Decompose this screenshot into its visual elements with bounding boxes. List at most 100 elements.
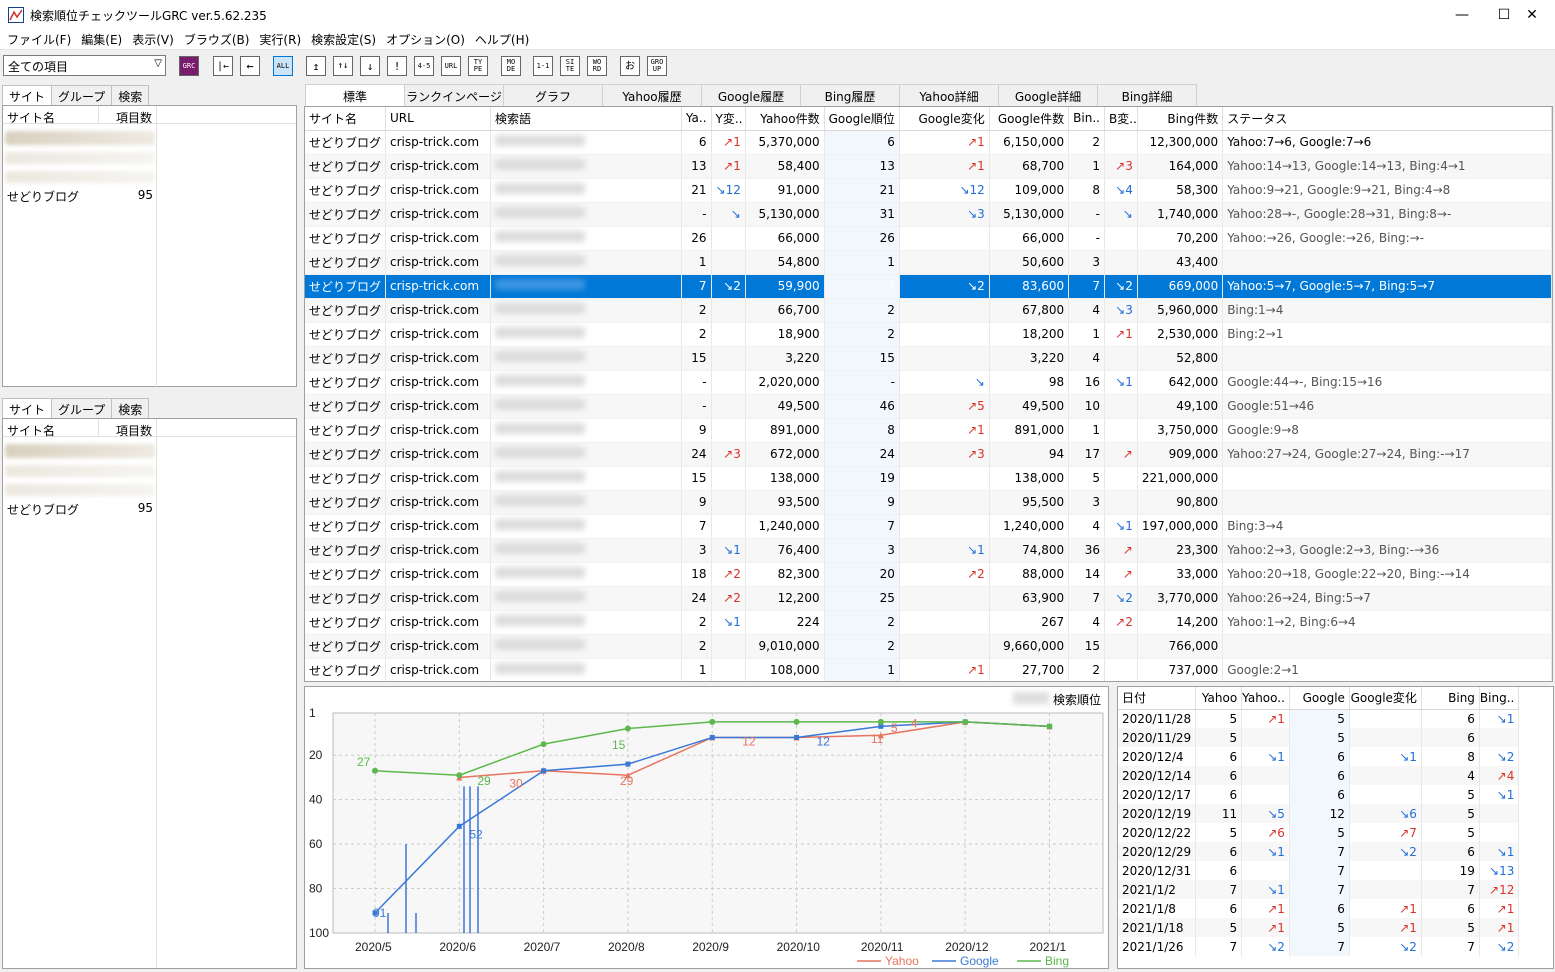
list-item[interactable]	[3, 442, 157, 461]
history-row[interactable]: 2020/12/4 6 ↘1 6 ↘1 8 ↘2	[1118, 747, 1520, 766]
col-yahoo-change-header[interactable]: Y変..	[711, 107, 746, 131]
col-keyword-header[interactable]: 検索語	[490, 107, 682, 131]
back-button[interactable]: ←	[240, 56, 260, 76]
col-bing-header[interactable]: Bing	[1421, 687, 1480, 710]
col-google-header[interactable]: Google	[1289, 687, 1350, 710]
menu-run[interactable]: 実行(R)	[259, 31, 301, 48]
minimize-button[interactable]: —	[1439, 0, 1485, 30]
url-button[interactable]: URL	[441, 56, 461, 76]
col-google-change-header[interactable]: Google変化	[899, 107, 990, 131]
list-item[interactable]: せどりブログ 95	[3, 501, 156, 520]
table-row[interactable]: せどりブログ crisp-trick.com 2 ↘1 224 2 267 4 ↗2 14,200…	[305, 610, 1552, 635]
table-row[interactable]: せどりブログ crisp-trick.com 9 891,000 8 ↗1 891,000 1…	[305, 418, 1552, 443]
history-row[interactable]: 2020/12/29 6 ↘1 7 ↘2 6 ↘1	[1118, 842, 1520, 861]
sort-up-button[interactable]: ↥	[306, 56, 326, 76]
menu-file[interactable]: ファイル(F)	[7, 31, 71, 48]
history-row[interactable]: 2021/1/18 5 ↗1 5 ↗1 5 ↗1	[1118, 918, 1520, 937]
list-item[interactable]: せどりブログ 95	[3, 188, 156, 207]
tab-google-history[interactable]: Google履歴	[701, 84, 801, 106]
list-item[interactable]	[3, 482, 157, 501]
history-row[interactable]: 2020/11/28 5 ↗1 5 6 ↘1	[1118, 709, 1520, 728]
tab-group[interactable]: グループ	[51, 85, 113, 107]
table-row[interactable]: せどりブログ crisp-trick.com 7 ↘2 59,900 7 ↘2 83,600 7…	[305, 274, 1552, 299]
history-row[interactable]: 2020/11/29 5 5 6	[1118, 728, 1520, 747]
menu-help[interactable]: ヘルプ(H)	[475, 31, 529, 48]
alert-button[interactable]: !	[387, 56, 407, 76]
menu-options[interactable]: オプション(O)	[386, 31, 465, 48]
tab-yahoo-history[interactable]: Yahoo履歴	[602, 84, 702, 106]
col-bing-change-header[interactable]: B変..	[1104, 107, 1138, 131]
col-google-count-header[interactable]: Google件数	[989, 107, 1070, 131]
close-button[interactable]: ✕	[1509, 0, 1555, 30]
tab-google-detail[interactable]: Google詳細	[998, 84, 1098, 106]
col-google-change-header[interactable]: Google変化	[1349, 687, 1422, 710]
tab-bing-history[interactable]: Bing履歴	[800, 84, 900, 106]
table-row[interactable]: せどりブログ crisp-trick.com 15 138,000 19 138,000 5…	[305, 466, 1552, 491]
tab-rank-in-page[interactable]: ランクインページ	[404, 84, 504, 106]
table-row[interactable]: せどりブログ crisp-trick.com 2 9,010,000 2 9,660,00…	[305, 634, 1552, 659]
filter-combo[interactable]: 全ての項目 ▽	[3, 55, 166, 76]
table-row[interactable]: せどりブログ crisp-trick.com 24 ↗3 672,000 24 ↗3 94 17…	[305, 442, 1552, 467]
table-row[interactable]: せどりブログ crisp-trick.com 9 93,500 9 95,500 3 90,8…	[305, 490, 1552, 515]
tab-site[interactable]: サイト	[2, 398, 53, 420]
word-button[interactable]: WO RD	[587, 56, 607, 76]
tab-bing-detail[interactable]: Bing詳細	[1097, 84, 1197, 106]
history-row[interactable]: 2020/12/14 6 6 4 ↗4	[1118, 766, 1520, 785]
all-button[interactable]: ALL	[273, 56, 293, 76]
one-one-button[interactable]: 1-1	[533, 56, 553, 76]
table-row[interactable]: せどりブログ crisp-trick.com 2 66,700 2 67,800 4 ↘3 5,…	[305, 298, 1552, 323]
tab-yahoo-detail[interactable]: Yahoo詳細	[899, 84, 999, 106]
table-row[interactable]: せどりブログ crisp-trick.com 21 ↘12 91,000 21 ↘12 109…	[305, 178, 1552, 203]
history-row[interactable]: 2020/12/17 6 6 5 ↘1	[1118, 785, 1520, 804]
col-bing-change-header[interactable]: Bing..	[1479, 687, 1520, 710]
table-row[interactable]: せどりブログ crisp-trick.com 2 18,900 2 18,200 1 ↗1 2,…	[305, 322, 1552, 347]
table-row[interactable]: せどりブログ crisp-trick.com 6 ↗1 5,370,000 6 ↗1 6,15…	[305, 130, 1552, 155]
col-status-header[interactable]: ステータス	[1222, 107, 1552, 131]
col-bing-count-header[interactable]: Bing件数	[1137, 107, 1224, 131]
col-yahoo-rank-header[interactable]: Ya..	[681, 107, 712, 131]
type-button[interactable]: TY PE	[468, 56, 488, 76]
col-site-name-header[interactable]: サイト名	[305, 107, 387, 131]
history-row[interactable]: 2020/12/19 11 ↘5 12 ↘6 5	[1118, 804, 1520, 823]
menu-edit[interactable]: 編集(E)	[81, 31, 122, 48]
table-row[interactable]: せどりブログ crisp-trick.com 24 ↗2 12,200 25 63,900 7…	[305, 586, 1552, 611]
table-row[interactable]: せどりブログ crisp-trick.com 15 3,220 15 3,220 4 52,8…	[305, 346, 1552, 371]
table-row[interactable]: せどりブログ crisp-trick.com 3 ↘1 76,400 3 ↘1 74,800 3…	[305, 538, 1552, 563]
col-bing-rank-header[interactable]: Bin..	[1068, 107, 1105, 131]
list-item[interactable]	[3, 129, 157, 148]
tab-search[interactable]: 検索	[111, 398, 150, 420]
menu-browse[interactable]: ブラウズ(B)	[184, 31, 250, 48]
sort-down-button[interactable]: ↓	[360, 56, 380, 76]
menu-search-settings[interactable]: 検索設定(S)	[311, 31, 376, 48]
history-row[interactable]: 2021/1/8 6 ↗1 6 ↗1 6 ↗1	[1118, 899, 1520, 918]
list-item[interactable]	[3, 169, 157, 188]
list-item[interactable]	[3, 463, 157, 482]
group-button[interactable]: GRO UP	[647, 56, 667, 76]
table-row[interactable]: せどりブログ crisp-trick.com 26 66,000 26 66,000-70…	[305, 226, 1552, 251]
tab-group[interactable]: グループ	[51, 398, 113, 420]
table-row[interactable]: せどりブログ crisp-trick.com 1 54,800 1 50,600 3 43,4…	[305, 250, 1552, 275]
o-button[interactable]: お	[620, 56, 640, 76]
table-row[interactable]: せどりブログ crisp-trick.com 7 1,240,000 7 1,240,00…	[305, 514, 1552, 539]
table-row[interactable]: せどりブログ crisp-trick.com -2,020,000- ↘ 98 16 ↘1 6…	[305, 370, 1552, 395]
list-item[interactable]	[3, 150, 157, 169]
history-row[interactable]: 2021/1/26 7 ↘2 7 ↘2 7 ↘2	[1118, 937, 1520, 956]
sort-updown-button[interactable]: ↑↓	[333, 56, 353, 76]
range-button[interactable]: 4-5	[414, 56, 434, 76]
col-date-header[interactable]: 日付	[1118, 687, 1197, 710]
col-yahoo-change-header[interactable]: Yahoo..	[1241, 687, 1290, 710]
menu-view[interactable]: 表示(V)	[132, 31, 174, 48]
table-row[interactable]: せどりブログ crisp-trick.com 1 108,000 1 ↗1 27,700 2 7…	[305, 658, 1552, 681]
table-row[interactable]: せどりブログ crisp-trick.com -49,500 46 ↗5 49,500 10…	[305, 394, 1552, 419]
history-row[interactable]: 2020/12/22 5 ↗6 5 ↗7 5	[1118, 823, 1520, 842]
history-row[interactable]: 2021/1/2 7 ↘1 7 7 ↗12	[1118, 880, 1520, 899]
table-row[interactable]: せどりブログ crisp-trick.com 13 ↗1 58,400 13 ↗1 68,70…	[305, 154, 1552, 179]
table-row[interactable]: せどりブログ crisp-trick.com - ↘ 5,130,000 31 ↘3 5,13…	[305, 202, 1552, 227]
tab-graph[interactable]: グラフ	[503, 84, 603, 106]
grc-button[interactable]: GRC	[179, 56, 199, 76]
tab-site[interactable]: サイト	[2, 85, 53, 107]
col-yahoo-header[interactable]: Yahoo	[1195, 687, 1243, 710]
col-url-header[interactable]: URL	[385, 107, 491, 131]
tab-search[interactable]: 検索	[111, 85, 150, 107]
history-row[interactable]: 2020/12/31 6 7 19 ↘13	[1118, 861, 1520, 880]
